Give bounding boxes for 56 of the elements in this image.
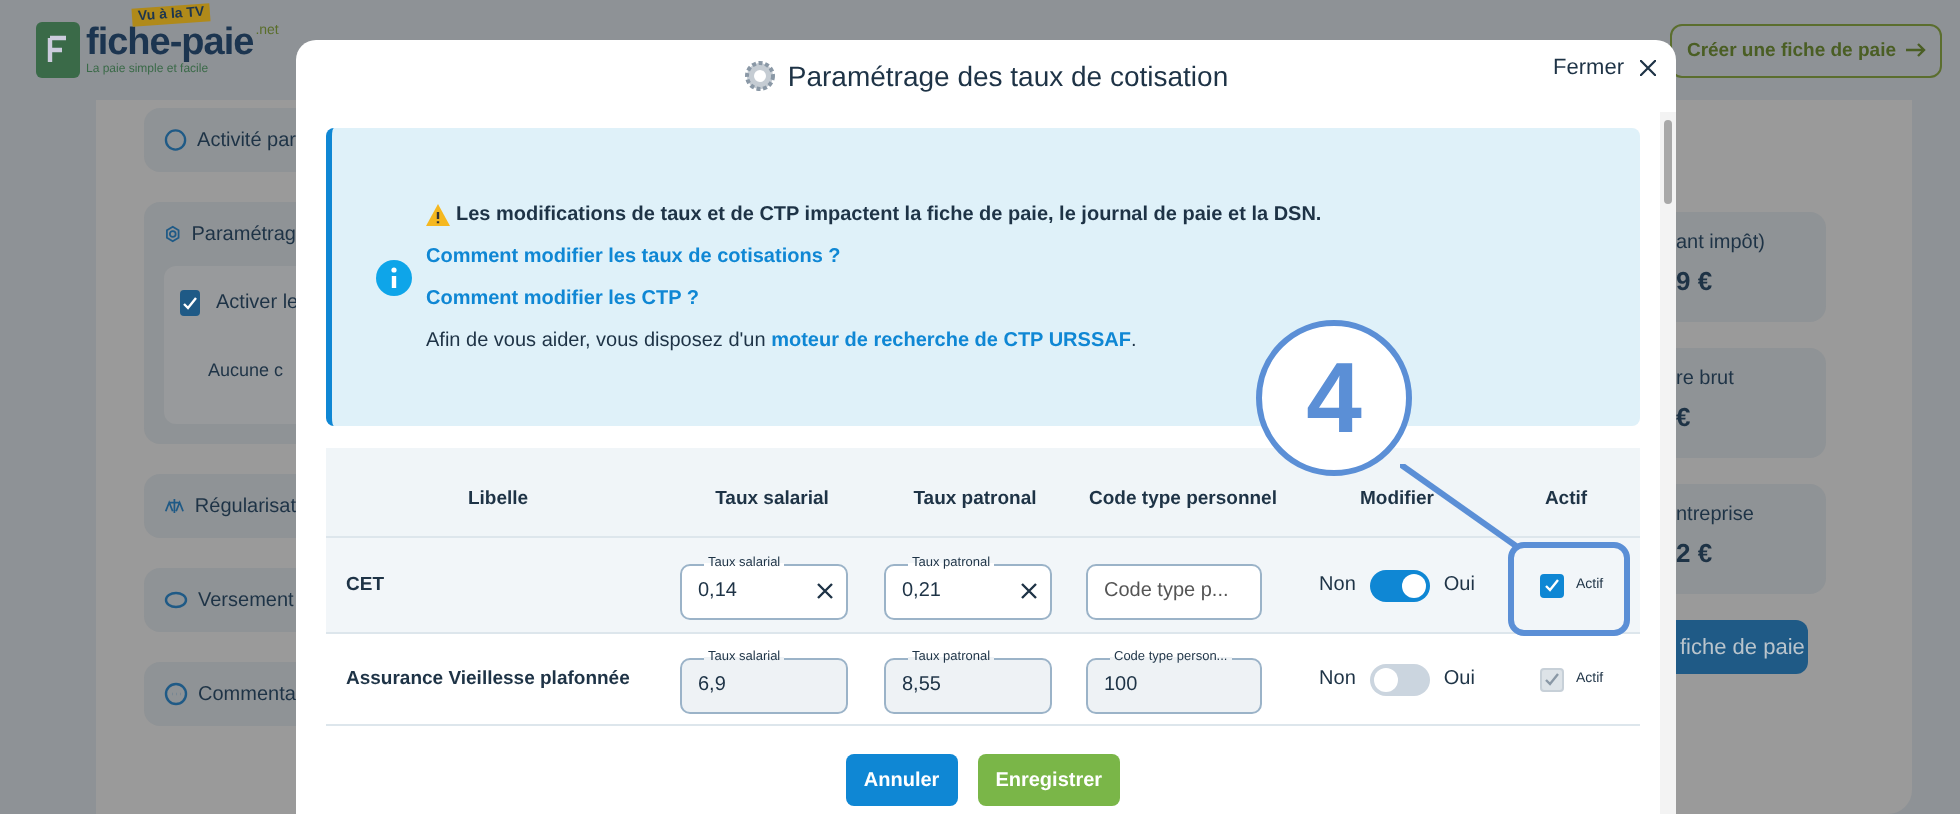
modal-title: Paramétrage des taux de cotisation <box>787 60 1229 92</box>
section-title[interactable]: Versement <box>198 589 294 611</box>
chat-icon <box>164 682 188 706</box>
row-label: CET <box>344 574 386 596</box>
gear-icon <box>164 222 182 246</box>
active-checkbox[interactable] <box>1540 667 1564 691</box>
column-header: Libelle <box>465 485 531 509</box>
save-button[interactable]: Enregistrer <box>977 754 1121 806</box>
logo-name: fiche-paie <box>86 24 254 64</box>
summary-label: ntreprise <box>1676 504 1756 526</box>
summary-label: ant impôt) <box>1676 232 1767 254</box>
on-label: Oui <box>1443 574 1475 596</box>
modify-toggle[interactable] <box>1369 569 1430 601</box>
summary-value: 9 € <box>1676 266 1715 296</box>
section-title[interactable]: Paramétrag <box>191 223 296 245</box>
check-icon <box>1544 671 1560 687</box>
on-label: Oui <box>1443 668 1475 690</box>
section-title[interactable]: Activité par <box>197 129 296 151</box>
help-link[interactable]: Comment modifier les taux de cotisations ? <box>426 245 1322 267</box>
checkbox[interactable] <box>180 290 200 316</box>
modify-toggle[interactable] <box>1369 663 1430 695</box>
help-link[interactable]: Comment modifier les CTP ? <box>426 287 1322 309</box>
column-header: Taux salarial <box>713 485 831 509</box>
summary-label: re brut <box>1676 368 1736 390</box>
column-header: Actif <box>1542 485 1590 509</box>
close-icon <box>1640 60 1656 76</box>
payslip-button[interactable]: fiche de paie <box>1676 620 1808 674</box>
scale-icon <box>164 494 185 518</box>
off-label: Non <box>1319 668 1356 690</box>
arrow-icon <box>1906 42 1926 58</box>
highlight-frame <box>1508 542 1630 636</box>
section-title[interactable]: Régularisat <box>194 495 296 517</box>
row-label: Assurance Vieillesse plafonnée <box>344 668 632 690</box>
warning-icon <box>426 203 450 225</box>
column-header: Modifier <box>1358 485 1436 509</box>
column-header: Taux patronal <box>911 485 1039 509</box>
cancel-button[interactable]: Annuler <box>845 754 958 806</box>
logo-mark-icon <box>36 22 80 78</box>
gear-icon <box>743 60 776 92</box>
summary-value: € <box>1676 402 1693 432</box>
create-payslip-button[interactable]: Créer une fiche de paie <box>1670 23 1942 77</box>
summary-value: 2 € <box>1676 538 1715 568</box>
scrollbar[interactable] <box>1660 112 1676 814</box>
ctp-search-link[interactable]: moteur de recherche de CTP URSSAF <box>771 329 1131 351</box>
close-button[interactable]: Fermer <box>1549 52 1660 84</box>
section-title[interactable]: Commenta <box>198 683 296 705</box>
clear-icon[interactable] <box>816 582 834 600</box>
check-icon <box>182 295 198 311</box>
off-label: Non <box>1319 574 1356 596</box>
active-checkbox[interactable] <box>1540 573 1564 597</box>
clear-icon[interactable] <box>1020 582 1038 600</box>
info-icon <box>376 259 412 295</box>
warning-text: Les modifications de taux et de CTP impactent la fiche de paie, le journal de paie et la DSN. <box>456 203 1322 225</box>
column-header: Code type personnel <box>1087 485 1279 509</box>
panel-note: Aucune c <box>206 360 286 380</box>
check-icon <box>1544 577 1560 593</box>
